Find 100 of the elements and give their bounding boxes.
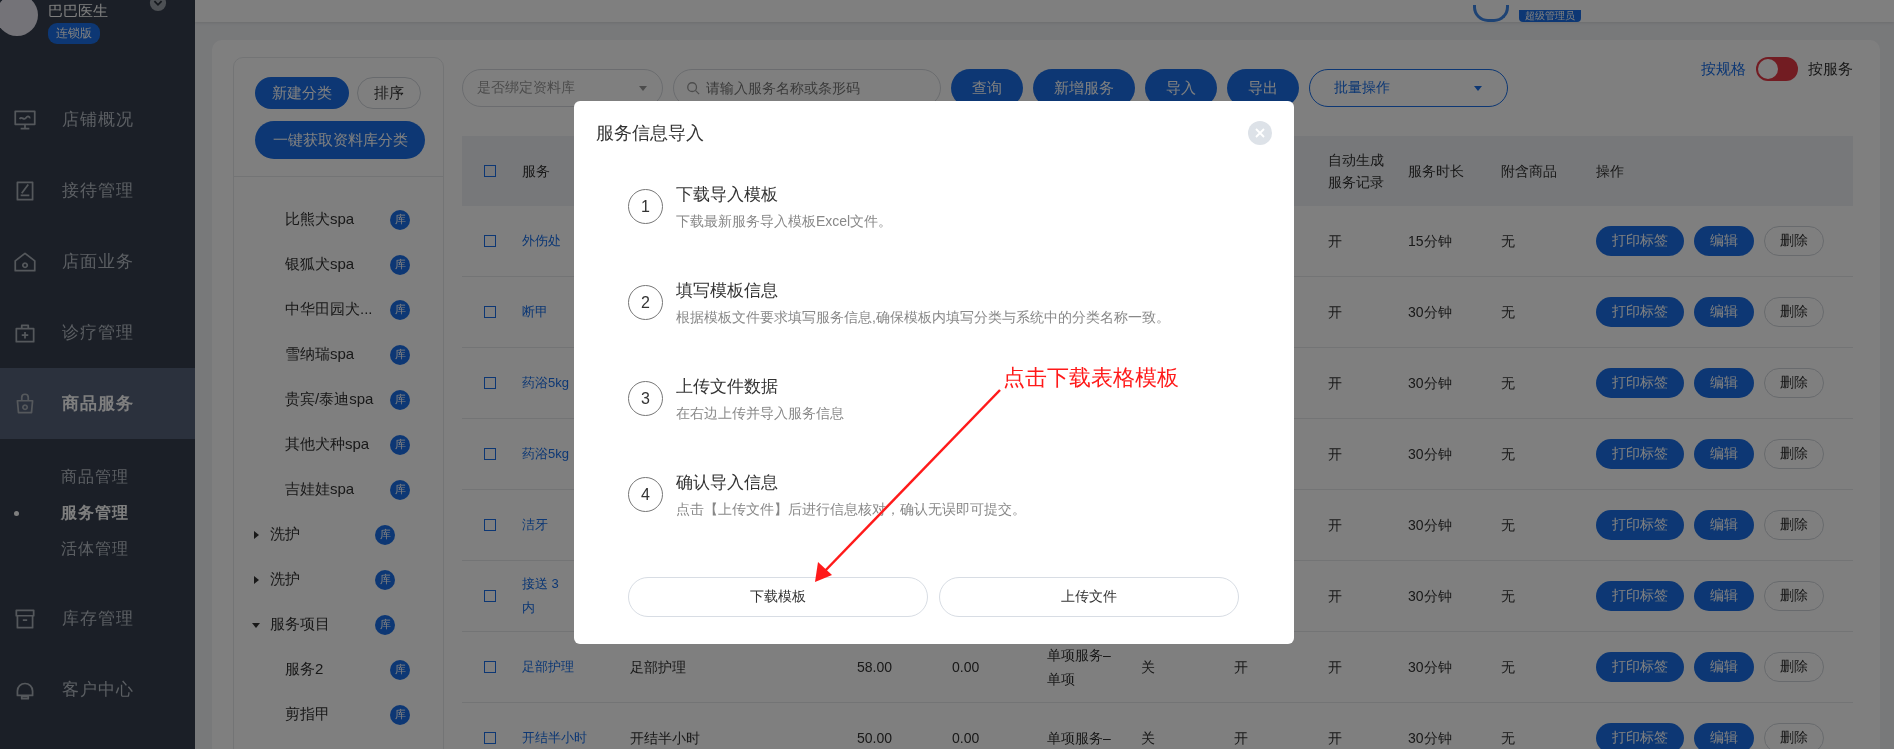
row-action-button[interactable]: 打印标签 [1596, 652, 1684, 682]
category-item[interactable]: 贵宾/泰迪spa [285, 390, 380, 409]
category-item[interactable]: 银狐犬spa [285, 255, 380, 274]
dialog-button[interactable]: 上传文件 [939, 577, 1239, 617]
nav-item[interactable]: 店铺概况 [0, 84, 195, 155]
row-action-button[interactable]: 删除 [1764, 652, 1824, 682]
service-link[interactable]: 接送 3 [522, 572, 559, 596]
table-cell-text: 58.00 [857, 658, 893, 677]
annotation-text: 点击下载表格模板 [1003, 364, 1179, 392]
column-header: 服务 [522, 162, 550, 181]
row-checkbox[interactable] [484, 377, 496, 389]
role-badge: 超级管理员 [1519, 10, 1581, 22]
row-action-button[interactable]: 编辑 [1694, 226, 1754, 256]
row-action-button[interactable]: 编辑 [1694, 297, 1754, 327]
toggle-label[interactable]: 按服务 [1808, 59, 1853, 79]
row-action-button[interactable]: 删除 [1764, 226, 1824, 256]
avatar-icon[interactable] [1473, 5, 1509, 22]
row-checkbox[interactable] [484, 590, 496, 602]
table-cell-text: 开结半小时 [630, 729, 700, 748]
submenu-item[interactable]: 活体管理 [0, 531, 195, 567]
table-cell-text: 无 [1501, 232, 1515, 251]
row-action-button[interactable]: 编辑 [1694, 439, 1754, 469]
row-action-button[interactable]: 删除 [1764, 368, 1824, 398]
row-action-button[interactable]: 删除 [1764, 723, 1824, 749]
library-badge: 库 [390, 434, 410, 455]
row-checkbox[interactable] [484, 661, 496, 673]
nav-item[interactable]: 店面业务 [0, 226, 195, 297]
toggle-label[interactable]: 按规格 [1701, 59, 1746, 79]
row-checkbox[interactable] [484, 448, 496, 460]
table-cell-text: 无 [1501, 303, 1515, 322]
service-link[interactable]: 足部护理 [522, 655, 574, 679]
select-all-checkbox[interactable] [484, 165, 496, 177]
table-cell-text: 关 [1141, 658, 1155, 677]
service-link[interactable]: 外伤处 [522, 229, 561, 253]
row-checkbox[interactable] [484, 519, 496, 531]
row-action-button[interactable]: 打印标签 [1596, 510, 1684, 540]
submenu-item[interactable]: 服务管理 [0, 495, 195, 531]
row-action-button[interactable]: 打印标签 [1596, 226, 1684, 256]
category-item[interactable]: 服务项目 [270, 615, 365, 634]
row-checkbox[interactable] [484, 306, 496, 318]
row-action-button[interactable]: 打印标签 [1596, 368, 1684, 398]
table-cell-text: 30分钟 [1408, 445, 1452, 464]
row-action-button[interactable]: 打印标签 [1596, 723, 1684, 749]
service-link[interactable]: 开结半小时 [522, 726, 587, 749]
category-button[interactable]: 排序 [357, 77, 421, 109]
row-action-button[interactable]: 编辑 [1694, 368, 1754, 398]
table-cell-text: 开 [1234, 729, 1248, 748]
row-action-button[interactable]: 删除 [1764, 581, 1824, 611]
nav-item[interactable]: 客户中心 [0, 654, 195, 725]
submenu-item[interactable]: 商品管理 [0, 459, 195, 495]
category-item[interactable]: 洗护 [270, 570, 365, 589]
service-link[interactable]: 洁牙 [522, 513, 548, 537]
category-item[interactable]: 雪纳瑞spa [285, 345, 380, 364]
table-cell-text: 开 [1328, 729, 1342, 748]
view-switch[interactable] [1756, 57, 1798, 81]
library-badge: 库 [390, 479, 410, 500]
row-action-button[interactable]: 编辑 [1694, 581, 1754, 611]
step-description: 根据模板文件要求填写服务信息,确保模板内填写分类与系统中的分类名称一致。 [676, 308, 1170, 327]
dialog-button[interactable]: 下载模板 [628, 577, 928, 617]
row-action-button[interactable]: 打印标签 [1596, 439, 1684, 469]
service-link[interactable]: 断甲 [522, 300, 548, 324]
row-action-button[interactable]: 打印标签 [1596, 297, 1684, 327]
row-action-button[interactable]: 删除 [1764, 439, 1824, 469]
category-item[interactable]: 吉娃娃spa [285, 480, 380, 499]
category-item[interactable]: 剪指甲 [285, 705, 380, 724]
table-cell-text: 15分钟 [1408, 232, 1452, 251]
row-checkbox[interactable] [484, 732, 496, 744]
nav-item[interactable]: 商品服务 [0, 368, 195, 439]
row-action-button[interactable]: 编辑 [1694, 723, 1754, 749]
table-cell-text: 开 [1328, 303, 1342, 322]
row-checkbox[interactable] [484, 235, 496, 247]
category-button[interactable]: 新建分类 [255, 77, 349, 109]
table-cell-text: 开 [1328, 445, 1342, 464]
nav-item[interactable]: 接待管理 [0, 155, 195, 226]
table-cell-text: 单项服务– [1047, 729, 1112, 748]
table-cell-text: 开 [1328, 658, 1342, 677]
dialog-title: 服务信息导入 [596, 122, 704, 145]
caret-icon[interactable] [251, 529, 261, 540]
row-action-button[interactable]: 编辑 [1694, 652, 1754, 682]
row-action-button[interactable]: 删除 [1764, 297, 1824, 327]
service-link[interactable]: 药浴5kg [522, 371, 569, 395]
library-badge: 库 [390, 659, 410, 680]
category-item[interactable]: 洗护 [270, 525, 365, 544]
step-title: 填写模板信息 [676, 280, 778, 302]
column-header: 操作 [1596, 162, 1624, 181]
row-action-button[interactable]: 删除 [1764, 510, 1824, 540]
table-cell-text: 无 [1501, 374, 1515, 393]
caret-icon[interactable] [251, 574, 261, 585]
category-item[interactable]: 服务2 [285, 660, 380, 679]
category-item[interactable]: 其他犬种spa [285, 435, 380, 454]
category-button[interactable]: 一键获取资料库分类 [255, 121, 425, 159]
service-link[interactable]: 药浴5kg [522, 442, 569, 466]
category-item[interactable]: 中华田园犬... [285, 300, 380, 319]
row-action-button[interactable]: 编辑 [1694, 510, 1754, 540]
table-cell-text: 50.00 [857, 729, 893, 748]
nav-item[interactable]: 库存管理 [0, 583, 195, 654]
row-action-button[interactable]: 打印标签 [1596, 581, 1684, 611]
nav-item[interactable]: 诊疗管理 [0, 297, 195, 368]
category-item[interactable]: 比熊犬spa [285, 210, 380, 229]
service-link[interactable]: 内 [522, 596, 535, 620]
